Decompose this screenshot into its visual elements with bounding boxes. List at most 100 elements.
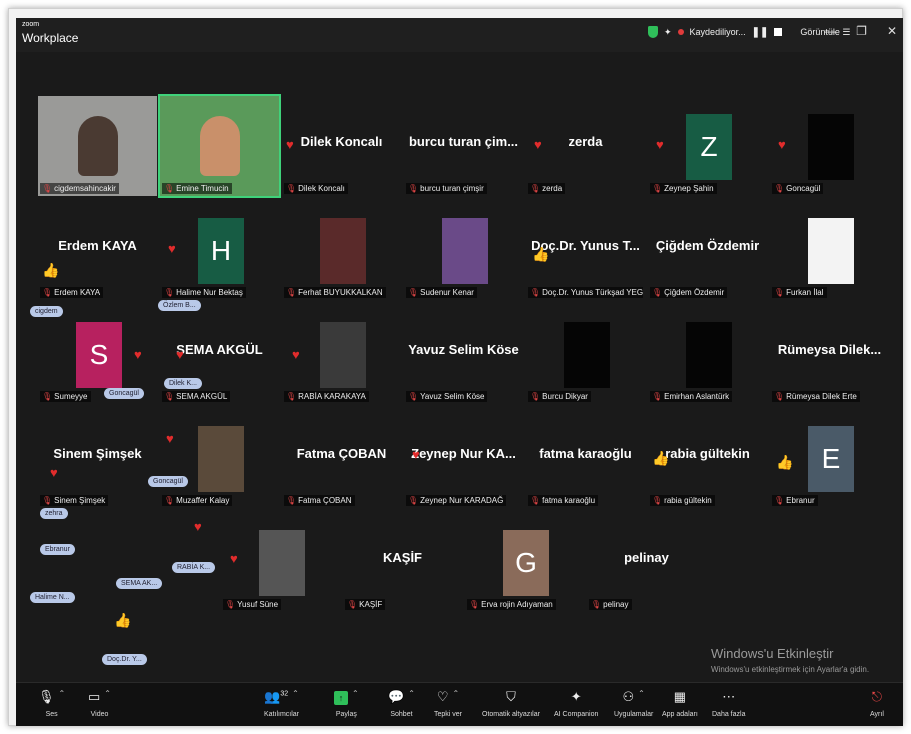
participant-name: KAŞİF: [359, 600, 383, 609]
reaction-name-bubble: Dilek K...: [164, 378, 203, 389]
pause-icon[interactable]: ❚❚: [752, 27, 769, 38]
sparkle-icon[interactable]: ✦: [664, 27, 672, 38]
participant-tile[interactable]: 🎙 Goncagül: [770, 96, 889, 196]
avatar: E: [808, 426, 854, 492]
heart-reaction-icon: ♥: [50, 465, 58, 480]
share-button[interactable]: ↑ ⌃ Paylaş: [334, 689, 359, 718]
muted-mic-icon: 🎙: [408, 288, 419, 297]
shield-icon[interactable]: [648, 26, 658, 38]
heart-reaction-icon: ♥: [778, 137, 786, 152]
more-apps-button[interactable]: ▦ App adaları: [662, 689, 698, 718]
participant-tile[interactable]: 🎙 Furkan İlal: [770, 200, 889, 300]
more-icon: ⋯: [722, 689, 736, 704]
react-button[interactable]: ♡ ⌃ Tepki ver: [434, 689, 462, 718]
participant-name-label: 🎙 Halime Nur Bektaş: [162, 287, 246, 298]
participant-tile[interactable]: 🎙 Sudenur Kenar: [404, 200, 523, 300]
participant-name: Emirhan Aslantürk: [664, 392, 730, 401]
chevron-up-icon[interactable]: ⌃: [452, 689, 459, 698]
participant-tile[interactable]: H 🎙 Halime Nur Bektaş: [160, 200, 279, 300]
participant-tile[interactable]: zerda 🎙 zerda: [526, 96, 645, 196]
participant-tile[interactable]: Çiğdem Özdemir 🎙 Çiğdem Özdemir: [648, 200, 767, 300]
participant-tile[interactable]: 🎙 Yusuf Süne: [221, 512, 340, 612]
react-label: Tepki ver: [434, 711, 463, 718]
participant-name: Erva rojin Adıyaman: [481, 600, 553, 609]
audio-label: Ses: [45, 711, 58, 718]
participant-display-name: burcu turan çim...: [408, 134, 519, 149]
muted-mic-icon: 🎙: [530, 184, 541, 193]
video-button[interactable]: ▭ ⌃ Video: [88, 689, 111, 718]
muted-mic-icon: 🎙: [42, 184, 53, 193]
participant-tile[interactable]: G 🎙 Erva rojin Adıyaman: [465, 512, 584, 612]
leave-button[interactable]: ⎋ Ayrıl: [870, 689, 884, 718]
close-icon[interactable]: ✕: [887, 24, 897, 38]
participant-display-name: Dilek Koncalı: [300, 134, 383, 149]
participant-tile[interactable]: Sinem Şimşek 🎙 Sinem Şimşek: [38, 408, 157, 508]
restore-icon[interactable]: ❐: [856, 24, 867, 38]
participant-tile[interactable]: Fatma ÇOBAN 🎙 Fatma ÇOBAN: [282, 408, 401, 508]
profile-photo: [808, 218, 854, 284]
muted-mic-icon: 🎙: [774, 496, 785, 505]
participant-tile[interactable]: 🎙 Emirhan Aslantürk: [648, 304, 767, 404]
participant-name-label: 🎙 fatma karaoğlu: [528, 495, 599, 506]
participant-name: rabia gültekin: [664, 496, 712, 505]
reaction-name-bubble: Doç.Dr. Y...: [102, 654, 147, 665]
app-brand: zoom Workplace: [22, 21, 78, 47]
participant-tile[interactable]: Zeynep Nur KA... 🎙 Zeynep Nur KARADAĞ: [404, 408, 523, 508]
participant-tile[interactable]: Dilek Koncalı 🎙 Dilek Koncalı: [282, 96, 401, 196]
chevron-up-icon[interactable]: ⌃: [408, 689, 415, 698]
chevron-up-icon[interactable]: ⌃: [104, 689, 111, 698]
profile-photo: [686, 322, 732, 388]
participant-display-name: fatma karaoğlu: [539, 446, 632, 461]
minimize-icon[interactable]: —: [824, 24, 836, 38]
thumbs-up-reaction-icon: 👍: [776, 454, 794, 470]
participant-tile[interactable]: Rümeysa Dilek... 🎙 Rümeysa Dilek Erte: [770, 304, 889, 404]
participant-name: Halime Nur Bektaş: [176, 288, 243, 297]
muted-mic-icon: 🎙: [286, 184, 297, 193]
muted-mic-icon: 🎙: [469, 600, 480, 609]
audio-button[interactable]: 🎙 ⌃ Ses: [38, 689, 65, 718]
apps-button[interactable]: ⚇ ⌃ Uygulamalar: [614, 689, 653, 718]
participant-tile[interactable]: 🎙 cigdemsahincakir: [38, 96, 157, 196]
participants-button[interactable]: 👥32 ⌃ Katılımcılar: [264, 689, 299, 718]
participant-tile[interactable]: KAŞİF 🎙 KAŞİF: [343, 512, 462, 612]
reaction-name-bubble: SEMA AK...: [116, 578, 163, 589]
participant-tile[interactable]: Yavuz Selim Köse 🎙 Yavuz Selim Köse: [404, 304, 523, 404]
watermark-subtitle: Windows'u etkinleştirmek için Ayarlar'a …: [711, 665, 870, 674]
participant-tile[interactable]: fatma karaoğlu 🎙 fatma karaoğlu: [526, 408, 645, 508]
heart-reaction-icon: ♥: [534, 137, 542, 152]
participant-tile[interactable]: 🎙 Emine Timucin: [158, 94, 281, 198]
participant-tile[interactable]: 🎙 Muzaffer Kalay: [160, 408, 279, 508]
more-button[interactable]: ⋯ Daha fazla: [712, 689, 745, 718]
heart-reaction-icon: ♥: [194, 519, 202, 534]
chevron-up-icon[interactable]: ⌃: [59, 689, 66, 698]
chevron-up-icon[interactable]: ⌃: [638, 689, 645, 698]
chevron-up-icon[interactable]: ⌃: [352, 689, 359, 698]
ai-companion-button[interactable]: ✦ AI Companion: [554, 689, 598, 718]
chat-button[interactable]: 💬 ⌃ Sohbet: [388, 689, 415, 718]
heart-reaction-icon: ♥: [134, 347, 142, 362]
more-label: Daha fazla: [712, 711, 746, 718]
chevron-up-icon[interactable]: ⌃: [292, 689, 299, 698]
participant-name: Dilek Koncalı: [298, 184, 345, 193]
participant-display-name: Çiğdem Özdemir: [655, 238, 760, 253]
reaction-name-bubble: RABİA K...: [172, 562, 216, 573]
participant-tile[interactable]: burcu turan çim... 🎙 burcu turan çimşir: [404, 96, 523, 196]
reaction-name-bubble: Özlem B...: [158, 300, 201, 311]
participant-name: fatma karaoğlu: [542, 496, 596, 505]
muted-mic-icon: 🎙: [530, 392, 541, 401]
stop-icon[interactable]: [774, 28, 783, 36]
video-label: Video: [90, 711, 109, 718]
participant-tile[interactable]: Z 🎙 Zeynep Şahin: [648, 96, 767, 196]
participant-tile[interactable]: pelinay 🎙 pelinay: [587, 512, 706, 612]
participant-tile[interactable]: 🎙 Ferhat BUYUKKALKAN: [282, 200, 401, 300]
participant-tile[interactable]: Erdem KAYA 🎙 Erdem KAYA: [38, 200, 157, 300]
recording-status: ✦ Kaydediliyor... ❚❚ Görüntüle ☰: [648, 26, 850, 38]
participant-tile[interactable]: 🎙 Burcu Dikyar: [526, 304, 645, 404]
participant-name-label: 🎙 Muzaffer Kalay: [162, 495, 233, 506]
heart-reaction-icon: ♥: [286, 137, 294, 152]
muted-mic-icon: 🎙: [591, 600, 602, 609]
participants-count: 32: [280, 690, 289, 698]
participant-name-label: 🎙 Yavuz Selim Köse: [406, 391, 488, 402]
captions-button[interactable]: ⛉ Otomatik altyazılar: [482, 689, 540, 718]
participant-name: Yavuz Selim Köse: [420, 392, 485, 401]
